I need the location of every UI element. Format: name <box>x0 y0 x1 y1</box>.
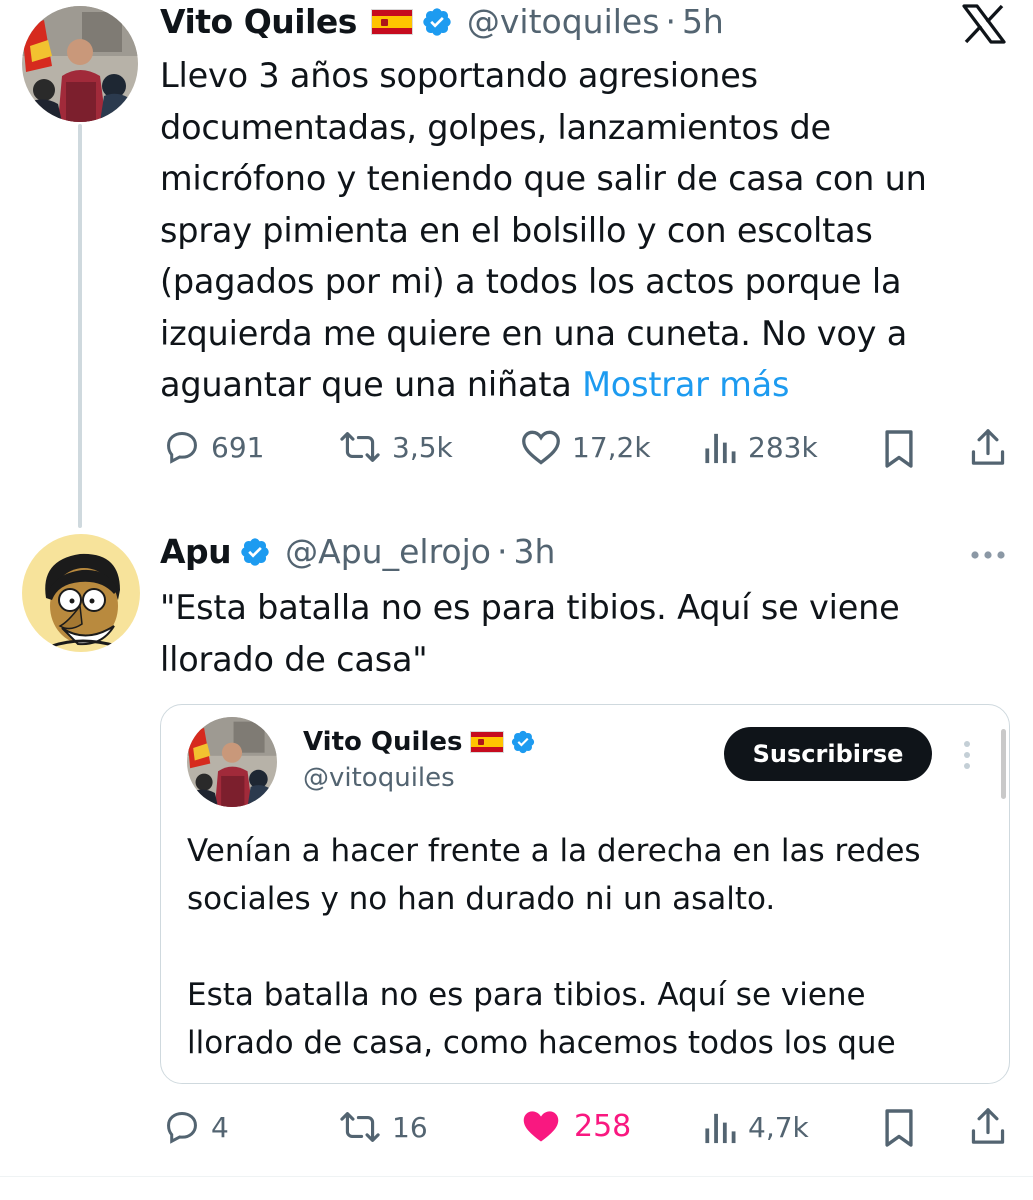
views-count: 4,7k <box>748 1110 809 1144</box>
bookmark-button[interactable] <box>882 428 916 470</box>
handle[interactable]: @Apu_elrojo <box>285 532 491 572</box>
thread-connector-line <box>78 124 82 528</box>
views-button[interactable]: 4,7k <box>702 1108 809 1146</box>
share-button[interactable] <box>968 426 1008 468</box>
share-button[interactable] <box>968 1105 1008 1147</box>
more-horizontal-icon[interactable] <box>970 546 1006 559</box>
tweet-header: Vito Quiles @vitoquiles · 5h <box>160 2 724 42</box>
quoted-post-header: Vito Quiles <box>303 727 536 757</box>
reply-button[interactable]: 691 <box>163 428 264 466</box>
quoted-text-line: llorado de casa, como hacemos todos los … <box>187 1025 896 1061</box>
timestamp[interactable]: 3h <box>513 532 555 572</box>
tweet-text-line: aguantar que una niñata Mostrar más <box>160 359 1000 411</box>
tweet-header: Apu @Apu_elrojo · 3h <box>160 532 555 572</box>
divider <box>0 1176 1033 1177</box>
repost-button[interactable]: 3,5k <box>338 428 453 466</box>
avatar[interactable] <box>187 717 277 807</box>
separator-dot: · <box>496 532 508 571</box>
views-button[interactable]: 283k <box>702 428 818 466</box>
scrollbar[interactable] <box>1001 729 1006 799</box>
tweet-text-line: Llevo 3 años soportando agresiones <box>160 56 758 95</box>
display-name[interactable]: Apu <box>160 532 232 572</box>
x-logo-icon[interactable] <box>962 4 1006 44</box>
like-count: 17,2k <box>572 430 651 464</box>
reply-count: 4 <box>211 1110 229 1144</box>
views-count: 283k <box>748 430 818 464</box>
quoted-post-card[interactable]: Vito Quiles @vitoquiles Suscribirse Vení… <box>160 704 1010 1084</box>
like-button[interactable]: 258 <box>520 1107 631 1145</box>
reply-count: 691 <box>211 430 265 464</box>
repost-count: 16 <box>392 1110 428 1144</box>
verified-badge-icon <box>239 536 271 568</box>
tweet-text-line: izquierda me quiere en una cuneta. No vo… <box>160 313 908 353</box>
avatar[interactable] <box>22 534 140 652</box>
repost-button[interactable]: 16 <box>338 1108 428 1146</box>
quoted-text-line: Venían a hacer frente a la derecha en la… <box>187 833 921 869</box>
tweet-text-line: (pagados por mi) a todos los actos porqu… <box>160 262 902 301</box>
verified-badge-icon <box>510 729 536 755</box>
tweet-text-line: documentadas, golpes, lanzamientos de <box>160 107 831 147</box>
like-button[interactable]: 17,2k <box>520 428 651 466</box>
avatar[interactable] <box>22 6 138 122</box>
reply-button[interactable]: 4 <box>163 1108 229 1146</box>
tweet-text: Llevo 3 años soportando agresiones docum… <box>160 50 1000 411</box>
more-vertical-icon[interactable] <box>961 739 973 771</box>
tweet-text-line: spray pimienta en el bolsillo y con esco… <box>160 210 873 250</box>
quoted-text-line: sociales y no han durado ni un asalto. <box>187 881 776 917</box>
tweet-text: "Esta batalla no es para tibios. Aquí se… <box>160 582 1000 685</box>
display-name[interactable]: Vito Quiles <box>303 727 462 757</box>
display-name[interactable]: Vito Quiles <box>160 2 357 42</box>
spain-flag-icon <box>470 731 505 753</box>
show-more-link[interactable]: Mostrar más <box>582 365 789 404</box>
tweet-text-fragment: aguantar que una niñata <box>160 365 583 404</box>
quoted-text-line: Esta batalla no es para tibios. Aquí se … <box>187 977 866 1013</box>
timestamp[interactable]: 5h <box>682 2 724 42</box>
handle[interactable]: @vitoquiles <box>467 2 660 42</box>
spain-flag-icon <box>370 9 413 35</box>
like-count: 258 <box>574 1108 632 1144</box>
tweet-text-line: micrófono y teniendo que salir de casa c… <box>160 159 927 198</box>
separator-dot: · <box>665 2 676 41</box>
bookmark-button[interactable] <box>882 1107 916 1149</box>
verified-badge-icon <box>421 6 453 38</box>
handle[interactable]: @vitoquiles <box>303 763 455 793</box>
repost-count: 3,5k <box>392 430 453 464</box>
quoted-post-text: Venían a hacer frente a la derecha en la… <box>187 827 987 1083</box>
subscribe-button[interactable]: Suscribirse <box>724 727 932 781</box>
tweet-text-line: "Esta batalla no es para tibios. Aquí se… <box>160 588 900 627</box>
card-clip-edge <box>161 1073 1009 1083</box>
tweet-text-line: llorado de casa" <box>160 639 428 679</box>
